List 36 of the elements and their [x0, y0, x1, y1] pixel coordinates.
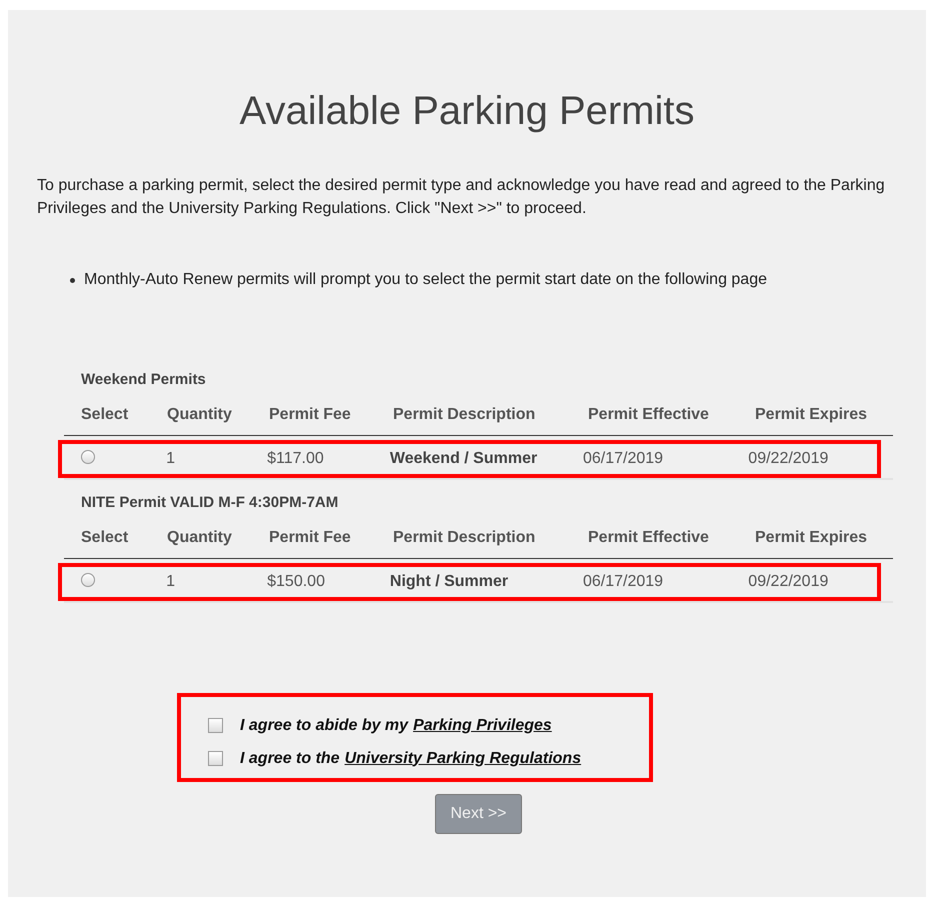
column-header: Permit Description	[393, 529, 536, 547]
note-text: Monthly-Auto Renew permits will prompt you to select the permit start date on the following page	[84, 271, 767, 289]
agreement-link[interactable]: Parking Privileges	[413, 716, 552, 734]
table-cell-text: 09/22/2019	[748, 450, 830, 468]
column-header: Quantity	[167, 529, 233, 547]
radio-button[interactable]	[81, 450, 95, 464]
checkbox[interactable]	[208, 718, 223, 733]
column-header: Select	[81, 406, 130, 424]
bullet-icon	[70, 278, 75, 282]
column-header: Permit Fee	[269, 406, 352, 424]
table-cell-text: 1	[166, 450, 176, 468]
agreement-label: I agree to the	[240, 750, 340, 768]
table-cell-text: Night / Summer	[390, 573, 510, 591]
intro-text: To purchase a parking permit, select the desired permit type and acknowledge you have read and agreed to the Parking Privileges and the University Parking Regulations. Click "Next >>" to proceed.	[37, 176, 886, 219]
table-cell-text: Weekend / Summer	[390, 450, 538, 468]
column-header: Permit Expires	[755, 406, 868, 424]
column-header: Permit Fee	[269, 529, 352, 547]
section-heading: Weekend Permits	[80, 370, 207, 390]
column-header: Permit Expires	[755, 529, 868, 547]
table-cell-text: 1	[166, 573, 176, 591]
column-header: Select	[81, 529, 130, 547]
table-cell-text: $117.00	[267, 450, 325, 468]
agreement-label: I agree to abide by my	[240, 716, 408, 734]
agreement-link[interactable]: University Parking Regulations	[344, 750, 582, 768]
column-header: Permit Effective	[588, 406, 710, 424]
checkbox[interactable]	[208, 751, 223, 766]
column-header: Permit Description	[393, 406, 536, 424]
page-title: Available Parking Permits	[238, 88, 696, 134]
table-cell-text: 06/17/2019	[582, 573, 664, 591]
table-cell-text: 09/22/2019	[748, 573, 830, 591]
section-heading: NITE Permit VALID M-F 4:30PM-7AM	[80, 493, 340, 513]
column-header: Quantity	[167, 406, 233, 424]
table-cell-text: $150.00	[267, 573, 326, 591]
radio-button[interactable]	[81, 572, 95, 586]
column-header: Permit Effective	[588, 529, 710, 547]
table-cell-text: 06/17/2019	[582, 450, 664, 468]
